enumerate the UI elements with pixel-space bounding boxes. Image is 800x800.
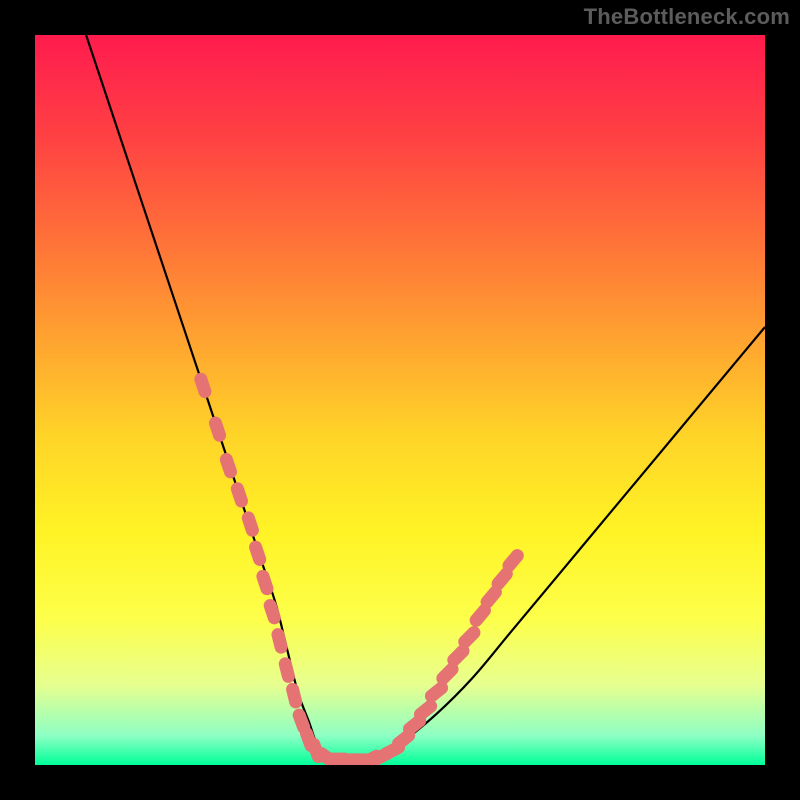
marker-dots — [193, 371, 527, 765]
chart-svg — [35, 35, 765, 765]
marker-dot — [193, 371, 214, 400]
plot-area — [35, 35, 765, 765]
bottleneck-curve — [86, 35, 765, 763]
chart-frame: TheBottleneck.com — [0, 0, 800, 800]
marker-dot — [255, 568, 276, 597]
marker-dot — [229, 481, 250, 510]
marker-dot — [277, 656, 296, 684]
marker-dot — [218, 451, 239, 480]
marker-dot — [247, 539, 268, 568]
watermark-label: TheBottleneck.com — [584, 4, 790, 30]
curve-path — [86, 35, 765, 763]
marker-dot — [262, 597, 283, 626]
marker-dot — [285, 681, 304, 709]
marker-dot — [270, 627, 289, 655]
marker-dot — [240, 510, 261, 539]
marker-dot — [207, 415, 228, 444]
